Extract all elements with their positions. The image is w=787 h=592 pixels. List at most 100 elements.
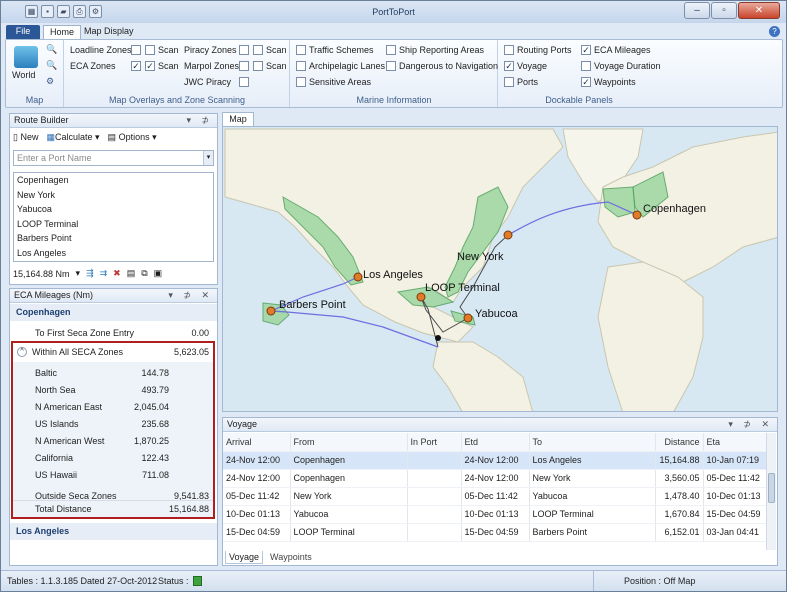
- zone-row: Baltic 144.78: [13, 365, 213, 381]
- world-map[interactable]: Copenhagen New York Los Angeles LOOP Ter…: [223, 127, 778, 412]
- column-header-to[interactable]: To: [529, 433, 656, 452]
- list-item[interactable]: Los Angeles: [14, 246, 213, 261]
- cell-distance: 15,164.88: [655, 451, 704, 470]
- map-view[interactable]: Copenhagen New York Los Angeles LOOP Ter…: [222, 126, 778, 412]
- port-name-input[interactable]: Enter a Port Name ▾: [13, 150, 214, 166]
- table-row[interactable]: 10-Dec 01:13 Yabucoa 10-Dec 01:13 LOOP Term…: [223, 505, 767, 524]
- piracy-scan-checkbox[interactable]: [253, 45, 263, 55]
- panama-waypoint[interactable]: [435, 335, 441, 341]
- table-row[interactable]: 05-Dec 11:42 New York 05-Dec 11:42 Yabucoa 1…: [223, 487, 767, 506]
- eca-mileages-checkbox[interactable]: ✓: [581, 45, 591, 55]
- tab-voyage[interactable]: Voyage: [225, 551, 264, 564]
- yabucoa-marker[interactable]: [463, 313, 473, 323]
- group-label-dockable: Dockable Panels: [545, 95, 613, 105]
- export-icon[interactable]: ⧉: [141, 268, 147, 279]
- zoom-in-icon[interactable]: 🔍: [46, 44, 57, 55]
- column-header-in-port[interactable]: In Port: [407, 433, 462, 452]
- column-header-distance[interactable]: Distance: [655, 433, 704, 452]
- voyage-scrollbar[interactable]: [766, 433, 776, 550]
- voyage-checkbox[interactable]: ✓: [504, 61, 514, 71]
- voyage-title: Voyage: [227, 419, 258, 429]
- new-york-marker[interactable]: [503, 230, 513, 240]
- new-route-button[interactable]: ▯ New: [13, 132, 38, 143]
- routing-ports-checkbox[interactable]: [504, 45, 514, 55]
- add-port-icon[interactable]: ⇶: [86, 268, 94, 279]
- tab-waypoints[interactable]: Waypoints: [267, 551, 315, 564]
- route-builder-title: Route Builder: [14, 115, 69, 125]
- table-row[interactable]: 24-Nov 12:00 Copenhagen 24-Nov 12:00 Los An…: [223, 451, 767, 470]
- los-angeles-marker[interactable]: [353, 272, 363, 282]
- zoom-extent-icon[interactable]: ⚙: [46, 76, 54, 87]
- minimize-button[interactable]: –: [684, 2, 710, 19]
- distance-unit-dropdown[interactable]: ▾: [76, 268, 81, 279]
- table-row[interactable]: 24-Nov 12:00 Copenhagen 24-Nov 12:00 New Yo…: [223, 469, 767, 488]
- list-item[interactable]: Yabucoa: [14, 202, 213, 217]
- scrollbar-thumb[interactable]: [768, 473, 775, 503]
- waypoints-checkbox[interactable]: ✓: [581, 77, 591, 87]
- column-header-eta[interactable]: Eta: [703, 433, 767, 452]
- maximize-button[interactable]: ▫: [711, 2, 737, 19]
- eca-scan-checkbox[interactable]: ✓: [145, 61, 155, 71]
- cell-arrival: 24-Nov 12:00: [223, 469, 291, 488]
- insert-port-icon[interactable]: ⇉: [100, 268, 108, 279]
- column-header-from[interactable]: From: [290, 433, 408, 452]
- calculate-button[interactable]: ▦Calculate ▾: [46, 132, 99, 143]
- marine-info-group: Traffic Schemes Archipelagic Lanes Sensi…: [291, 40, 498, 107]
- zone-value: 122.43: [141, 453, 169, 463]
- within-seca-row[interactable]: ^ Within All SECA Zones 5,623.05: [13, 344, 213, 360]
- loop-terminal-marker[interactable]: [416, 292, 426, 302]
- collapse-icon[interactable]: ^: [17, 347, 27, 357]
- options-button[interactable]: ▤ Options ▾: [108, 132, 157, 143]
- sensitive-areas-checkbox[interactable]: [296, 77, 306, 87]
- pin-close-icons[interactable]: ▾ ⊅ ✕: [168, 289, 213, 302]
- ports-checkbox[interactable]: [504, 77, 514, 87]
- loadline-zones-checkbox[interactable]: [131, 45, 141, 55]
- loadline-scan-checkbox[interactable]: [145, 45, 155, 55]
- close-button[interactable]: ✕: [738, 2, 780, 19]
- tab-map[interactable]: Map: [222, 112, 254, 126]
- jwc-piracy-checkbox[interactable]: [239, 77, 249, 87]
- route-port-list[interactable]: Copenhagen New York Yabucoa LOOP Termina…: [13, 172, 214, 262]
- copenhagen-marker[interactable]: [632, 210, 642, 220]
- marpol-zones-checkbox[interactable]: [239, 61, 249, 71]
- route-builder-header: Route Builder ▾ ⊅: [10, 114, 217, 128]
- cell-from: LOOP Terminal: [290, 523, 408, 542]
- pin-icon[interactable]: ▾ ⊅: [186, 114, 213, 127]
- traffic-schemes-checkbox[interactable]: [296, 45, 306, 55]
- chevron-down-icon[interactable]: ▾: [203, 151, 213, 165]
- clear-list-icon[interactable]: ▤: [127, 268, 136, 279]
- map-label-copenhagen: Copenhagen: [643, 203, 706, 215]
- pin-close-icons[interactable]: ▾ ⊅ ✕: [728, 418, 773, 431]
- eca-zones-checkbox[interactable]: ✓: [131, 61, 141, 71]
- dangerous-navigation-checkbox[interactable]: [386, 61, 396, 71]
- list-item[interactable]: LOOP Terminal: [14, 217, 213, 232]
- barbers-point-marker[interactable]: [266, 306, 276, 316]
- tab-file[interactable]: File: [6, 25, 40, 39]
- list-item[interactable]: New York: [14, 188, 213, 203]
- remove-port-icon[interactable]: ✖: [113, 268, 121, 279]
- list-item[interactable]: Copenhagen: [14, 173, 213, 188]
- cell-distance: 6,152.01: [655, 523, 704, 542]
- piracy-zones-checkbox[interactable]: [239, 45, 249, 55]
- column-header-etd[interactable]: Etd: [461, 433, 530, 452]
- table-row[interactable]: 15-Dec 04:59 LOOP Terminal 15-Dec 04:59 Bar…: [223, 523, 767, 542]
- tab-map-display[interactable]: Map Display: [78, 25, 140, 39]
- world-icon[interactable]: [14, 46, 38, 68]
- column-header-arrival[interactable]: Arrival: [223, 433, 291, 452]
- voyage-duration-checkbox[interactable]: [581, 61, 591, 71]
- cell-in-port: [407, 505, 462, 524]
- list-item[interactable]: Barbers Point: [14, 231, 213, 246]
- ship-reporting-checkbox[interactable]: [386, 45, 396, 55]
- zoom-out-icon[interactable]: 🔍: [46, 60, 57, 71]
- tab-home[interactable]: Home: [43, 25, 82, 39]
- voyage-bottom-tabs: Voyage Waypoints: [223, 551, 315, 564]
- world-button[interactable]: World: [12, 70, 35, 80]
- status-label: Status :: [158, 576, 189, 586]
- print-route-icon[interactable]: ▣: [154, 268, 163, 279]
- eca-zones-label: ECA Zones: [70, 61, 116, 71]
- ribbon-tabs: File Home Map Display ?: [1, 23, 786, 39]
- help-icon[interactable]: ?: [769, 26, 780, 37]
- marpol-scan-checkbox[interactable]: [253, 61, 263, 71]
- archipelagic-lanes-checkbox[interactable]: [296, 61, 306, 71]
- group-label-overlays: Map Overlays and Zone Scanning: [108, 95, 246, 105]
